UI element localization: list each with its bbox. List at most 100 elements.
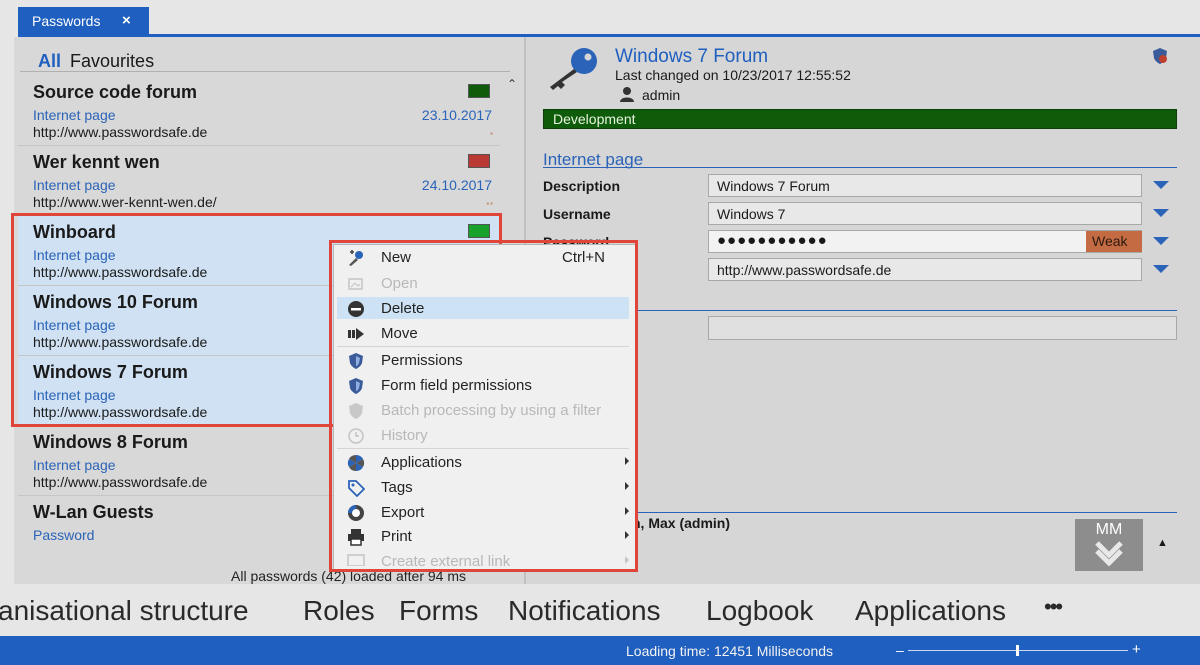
move-icon bbox=[348, 328, 364, 340]
chevron-down-icon bbox=[1095, 541, 1123, 567]
url-field[interactable]: http://www.passwordsafe.de bbox=[708, 258, 1142, 281]
username-field[interactable]: Windows 7 bbox=[708, 202, 1142, 225]
nav-notifications[interactable]: Notifications bbox=[508, 595, 661, 627]
scroll-up-icon[interactable]: ⌃ bbox=[507, 77, 517, 91]
shield-icon bbox=[349, 403, 363, 419]
applications-icon bbox=[347, 454, 365, 472]
nav-forms[interactable]: Forms bbox=[399, 595, 478, 627]
menu-label: Tags bbox=[381, 479, 413, 496]
submenu-arrow-icon bbox=[625, 531, 629, 539]
entry-type: Password bbox=[33, 527, 95, 543]
field-label-description: Description bbox=[543, 178, 621, 194]
menu-item-print[interactable]: Print bbox=[337, 525, 629, 547]
menu-label: Form field permissions bbox=[381, 377, 532, 394]
menu-item-applications[interactable]: Applications bbox=[337, 451, 629, 473]
entry-name: W-Lan Guests bbox=[33, 502, 154, 522]
more-icon[interactable]: ••• bbox=[1044, 594, 1063, 620]
field-label-username: Username bbox=[543, 206, 611, 222]
zoom-out-button[interactable]: – bbox=[896, 642, 904, 658]
list-item[interactable]: Source code forum Internet page 23.10.20… bbox=[18, 76, 500, 146]
tab-title: Passwords bbox=[32, 13, 101, 29]
avatar: MM bbox=[1075, 519, 1143, 571]
menu-item-open[interactable]: Open bbox=[337, 272, 629, 294]
detail-user: admin bbox=[642, 87, 681, 103]
zoom-slider-thumb[interactable] bbox=[1016, 645, 1019, 656]
menu-item-new[interactable]: New Ctrl+N bbox=[337, 246, 629, 268]
entry-date: 24.10.2017 bbox=[421, 177, 492, 193]
entry-type: Internet page bbox=[33, 177, 116, 193]
chevron-down-icon[interactable] bbox=[1153, 237, 1169, 245]
list-status: All passwords (42) loaded after 94 ms bbox=[231, 568, 466, 584]
menu-label: Print bbox=[381, 528, 412, 545]
nav-applications[interactable]: Applications bbox=[855, 595, 1006, 627]
key-icon bbox=[550, 48, 597, 90]
filter-favourites[interactable]: Favourites bbox=[70, 51, 154, 71]
owner-name: n, Max (admin) bbox=[632, 515, 731, 531]
nav-organisational-structure[interactable]: anisational structure bbox=[0, 595, 249, 627]
submenu-arrow-icon bbox=[625, 507, 629, 515]
menu-item-move[interactable]: Move bbox=[337, 322, 629, 344]
monitor-icon bbox=[347, 554, 365, 566]
menu-label: Move bbox=[381, 325, 418, 342]
chevron-down-icon[interactable] bbox=[1153, 265, 1169, 273]
tag-badge: Development bbox=[543, 109, 1177, 129]
filter-divider bbox=[20, 71, 510, 72]
menu-label: Delete bbox=[381, 300, 425, 317]
nav-roles[interactable]: Roles bbox=[303, 595, 375, 627]
list-item[interactable]: Wer kennt wen Internet page 24.10.2017 h… bbox=[18, 146, 500, 216]
empty-field[interactable] bbox=[708, 316, 1177, 340]
menu-item-form-field-permissions[interactable]: Form field permissions bbox=[337, 374, 629, 396]
menu-item-batch-processing[interactable]: Batch processing by using a filter bbox=[337, 399, 629, 421]
close-icon[interactable]: × bbox=[122, 12, 131, 29]
entry-date: 23.10.2017 bbox=[421, 107, 492, 123]
menu-item-history[interactable]: History bbox=[337, 424, 629, 446]
chevron-down-icon[interactable] bbox=[1153, 181, 1169, 189]
section-divider bbox=[543, 167, 1177, 168]
entry-url: http://www.passwordsafe.de bbox=[33, 474, 208, 490]
menu-label: New bbox=[381, 249, 412, 266]
filter-all[interactable]: All bbox=[38, 51, 61, 71]
entry-indicator: ▪ bbox=[490, 129, 494, 138]
entry-name: Source code forum bbox=[33, 82, 198, 102]
menu-separator bbox=[337, 448, 629, 449]
collapse-icon[interactable]: ▲ bbox=[1157, 537, 1168, 549]
entry-name: Windows 8 Forum bbox=[33, 432, 188, 452]
menu-label: Batch processing by using a filter bbox=[381, 402, 602, 419]
loading-time: Loading time: 12451 Milliseconds bbox=[626, 643, 834, 659]
menu-item-delete[interactable]: Delete bbox=[337, 297, 629, 319]
description-field[interactable]: Windows 7 Forum bbox=[708, 174, 1142, 197]
menu-item-permissions[interactable]: Permissions bbox=[337, 349, 629, 371]
password-strength-badge: Weak bbox=[1086, 231, 1142, 252]
shield-icon[interactable] bbox=[1151, 47, 1169, 65]
password-field[interactable]: ●●●●●●●●●●● bbox=[708, 230, 1142, 253]
chevron-down-icon[interactable] bbox=[1153, 209, 1169, 217]
menu-label: Export bbox=[381, 504, 425, 521]
nav-logbook[interactable]: Logbook bbox=[706, 595, 813, 627]
entry-indicator: ▪▪ bbox=[486, 199, 494, 208]
entry-type: Internet page bbox=[33, 457, 116, 473]
menu-item-tags[interactable]: Tags bbox=[337, 476, 629, 498]
print-icon bbox=[348, 529, 364, 546]
menu-label: Create external link bbox=[381, 553, 511, 566]
tab-passwords[interactable]: Passwords × bbox=[18, 7, 149, 36]
menu-item-export[interactable]: Export bbox=[337, 501, 629, 523]
delete-icon bbox=[348, 301, 364, 317]
menu-shortcut: Ctrl+N bbox=[562, 249, 605, 266]
submenu-arrow-icon bbox=[625, 482, 629, 490]
entry-url: http://www.wer-kennt-wen.de/ bbox=[33, 194, 217, 210]
tag-color-swatch bbox=[468, 84, 490, 98]
entry-name: Wer kennt wen bbox=[33, 152, 160, 172]
shield-icon bbox=[349, 353, 363, 369]
zoom-in-button[interactable]: + bbox=[1132, 641, 1141, 658]
menu-item-create-external-link[interactable]: Create external link bbox=[337, 550, 629, 566]
menu-label: Permissions bbox=[381, 352, 463, 369]
new-key-icon bbox=[349, 250, 363, 266]
menu-label: History bbox=[381, 427, 428, 444]
section-divider bbox=[543, 310, 1177, 311]
history-icon bbox=[348, 428, 364, 444]
module-navigation: anisational structure Roles Forms Notifi… bbox=[0, 590, 1200, 634]
entry-url: http://www.passwordsafe.de bbox=[33, 124, 208, 140]
submenu-arrow-icon bbox=[625, 556, 629, 564]
detail-title: Windows 7 Forum bbox=[615, 46, 769, 67]
shield-icon bbox=[349, 378, 363, 394]
